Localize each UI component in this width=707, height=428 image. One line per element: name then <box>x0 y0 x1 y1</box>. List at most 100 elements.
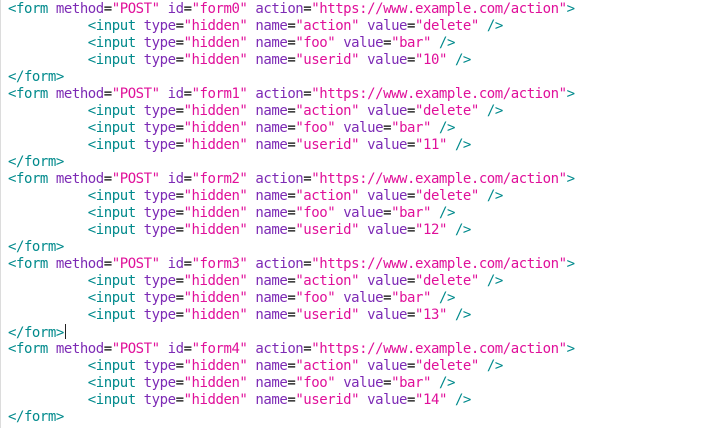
attribute-value: "bar" <box>391 120 431 136</box>
attribute-value: "POST" <box>111 1 160 17</box>
form-close-tag: </form> <box>8 325 64 341</box>
tag-bracket: > <box>566 86 575 102</box>
tag-bracket: < <box>87 137 96 153</box>
tag-bracket: > <box>566 256 575 272</box>
attribute-name: id <box>167 86 184 102</box>
attribute-name: type <box>143 120 176 136</box>
tag-self-close: /> <box>486 358 503 374</box>
form-close-line: </form> <box>8 239 575 256</box>
attribute-value: "bar" <box>391 205 431 221</box>
input-line: <input type="hidden" name="foo" value="b… <box>8 120 575 137</box>
attribute-name: action <box>255 256 304 272</box>
attribute-name: value <box>343 120 384 136</box>
input-line: <input type="hidden" name="action" value… <box>8 188 575 205</box>
attribute-value: "delete" <box>415 273 479 289</box>
attribute-value: "form2" <box>191 171 248 187</box>
input-line: <input type="hidden" name="foo" value="b… <box>8 205 575 222</box>
attribute-name: value <box>343 35 384 51</box>
attribute-value: "11" <box>415 137 447 153</box>
attribute-name: method <box>55 1 104 17</box>
attribute-name: value <box>367 137 408 153</box>
attribute-name: name <box>255 52 288 68</box>
form-close-line: </form> <box>8 409 575 426</box>
attribute-name: action <box>255 171 304 187</box>
attribute-name: value <box>367 307 408 323</box>
code-editor[interactable]: <form method="POST" id="form0" action="h… <box>0 0 707 428</box>
tag-name: input <box>95 290 136 306</box>
form-close-tag: </form> <box>8 239 64 255</box>
form-open-line: <form method="POST" id="form3" action="h… <box>8 256 575 272</box>
attribute-name: name <box>255 137 288 153</box>
attribute-value: "hidden" <box>183 137 248 153</box>
attribute-name: action <box>255 86 304 102</box>
tag-bracket: < <box>87 375 96 391</box>
attribute-value: "hidden" <box>183 120 248 136</box>
attribute-value: "hidden" <box>183 222 248 238</box>
tag-self-close: /> <box>454 222 471 238</box>
attribute-name: method <box>55 341 104 357</box>
attribute-name: value <box>367 52 408 68</box>
attribute-value: "POST" <box>111 256 160 272</box>
input-line: <input type="hidden" name="userid" value… <box>8 52 575 69</box>
attribute-name: id <box>167 1 184 17</box>
input-line: <input type="hidden" name="foo" value="b… <box>8 35 575 52</box>
attribute-name: name <box>255 392 288 408</box>
form-open-line: <form method="POST" id="form0" action="h… <box>8 1 575 17</box>
attribute-value: "bar" <box>391 35 431 51</box>
attribute-value: "delete" <box>415 18 479 34</box>
input-line: <input type="hidden" name="userid" value… <box>8 222 575 239</box>
input-line: <input type="hidden" name="action" value… <box>8 103 575 120</box>
code-text[interactable]: <form method="POST" id="form0" action="h… <box>8 1 575 426</box>
tag-name: input <box>95 392 136 408</box>
attribute-value: "foo" <box>295 35 336 51</box>
attribute-name: value <box>367 392 408 408</box>
tag-name: input <box>95 18 136 34</box>
tag-bracket: < <box>8 1 16 17</box>
attribute-value: "hidden" <box>183 35 248 51</box>
attribute-value: "hidden" <box>183 375 248 391</box>
attribute-name: value <box>367 18 408 34</box>
attribute-name: type <box>143 103 176 119</box>
attribute-name: type <box>143 188 176 204</box>
attribute-name: name <box>255 358 288 374</box>
input-line: <input type="hidden" name="foo" value="b… <box>8 375 575 392</box>
attribute-name: name <box>255 205 288 221</box>
input-line: <input type="hidden" name="userid" value… <box>8 137 575 154</box>
attribute-value: "POST" <box>111 86 160 102</box>
tag-name: input <box>95 375 136 391</box>
attribute-value: "hidden" <box>183 290 248 306</box>
tag-bracket: < <box>87 290 96 306</box>
tag-self-close: /> <box>486 103 503 119</box>
tag-name: input <box>95 188 136 204</box>
attribute-value: "hidden" <box>183 18 248 34</box>
tag-name: input <box>95 120 136 136</box>
tag-bracket: > <box>566 171 575 187</box>
attribute-name: type <box>143 392 176 408</box>
attribute-name: value <box>367 222 408 238</box>
tag-self-close: /> <box>454 392 471 408</box>
attribute-name: name <box>255 375 288 391</box>
attribute-name: name <box>255 290 288 306</box>
attribute-name: method <box>55 171 104 187</box>
form-open-line: <form method="POST" id="form1" action="h… <box>8 86 575 102</box>
tag-bracket: < <box>87 222 96 238</box>
tag-bracket: < <box>8 86 16 102</box>
form-close-tag: </form> <box>8 69 64 85</box>
attribute-value: "userid" <box>295 392 360 408</box>
attribute-name: action <box>255 1 304 17</box>
input-line: <input type="hidden" name="userid" value… <box>8 307 575 324</box>
attribute-value: "action" <box>295 103 360 119</box>
attribute-name: value <box>367 273 408 289</box>
attribute-name: action <box>255 341 304 357</box>
tag-bracket: < <box>87 205 96 221</box>
attribute-name: name <box>255 222 288 238</box>
attribute-name: name <box>255 188 288 204</box>
attribute-name: id <box>167 341 184 357</box>
attribute-value: "12" <box>415 222 447 238</box>
